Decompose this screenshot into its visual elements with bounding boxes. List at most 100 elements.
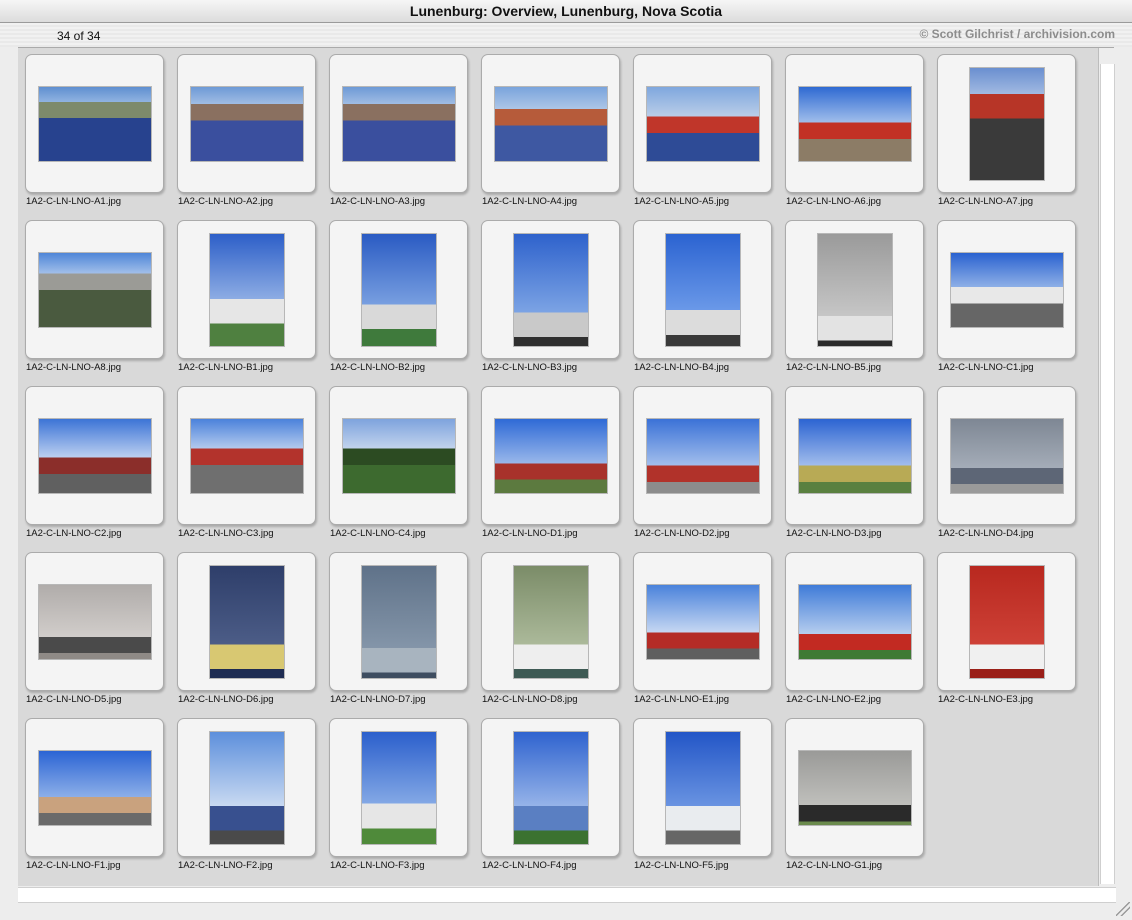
slide-mount[interactable] (329, 220, 468, 359)
slide-mount[interactable] (25, 386, 164, 525)
slide-mount[interactable] (177, 220, 316, 359)
slide-mount[interactable] (785, 386, 924, 525)
photo-thumbnail[interactable] (666, 234, 740, 346)
photo-thumbnail[interactable] (210, 732, 284, 844)
slide-mount[interactable] (177, 54, 316, 193)
slide-item[interactable]: 1A2-C-LN-LNO-G1.jpg (785, 718, 924, 884)
photo-thumbnail[interactable] (514, 234, 588, 346)
slide-mount[interactable] (481, 386, 620, 525)
photo-thumbnail[interactable] (495, 87, 607, 161)
slide-item[interactable]: 1A2-C-LN-LNO-C1.jpg (937, 220, 1076, 386)
photo-thumbnail[interactable] (191, 419, 303, 493)
slide-mount[interactable] (481, 552, 620, 691)
slide-item[interactable]: 1A2-C-LN-LNO-E3.jpg (937, 552, 1076, 718)
resize-handle-icon[interactable] (1116, 902, 1130, 916)
slide-item[interactable]: 1A2-C-LN-LNO-A7.jpg (937, 54, 1076, 220)
slide-mount[interactable] (177, 718, 316, 857)
slide-mount[interactable] (785, 54, 924, 193)
photo-thumbnail[interactable] (647, 585, 759, 659)
slide-mount[interactable] (25, 718, 164, 857)
photo-thumbnail[interactable] (362, 732, 436, 844)
photo-thumbnail[interactable] (951, 253, 1063, 327)
photo-thumbnail[interactable] (210, 566, 284, 678)
slide-item[interactable]: 1A2-C-LN-LNO-A8.jpg (25, 220, 164, 386)
photo-thumbnail[interactable] (343, 419, 455, 493)
vertical-scrollbar[interactable] (1100, 64, 1115, 884)
slide-item[interactable]: 1A2-C-LN-LNO-E2.jpg (785, 552, 924, 718)
photo-thumbnail[interactable] (191, 87, 303, 161)
slide-item[interactable]: 1A2-C-LN-LNO-D5.jpg (25, 552, 164, 718)
slide-item[interactable]: 1A2-C-LN-LNO-F5.jpg (633, 718, 772, 884)
slide-mount[interactable] (785, 552, 924, 691)
slide-item[interactable]: 1A2-C-LN-LNO-C3.jpg (177, 386, 316, 552)
slide-item[interactable]: 1A2-C-LN-LNO-D8.jpg (481, 552, 620, 718)
slide-item[interactable]: 1A2-C-LN-LNO-D6.jpg (177, 552, 316, 718)
slide-item[interactable]: 1A2-C-LN-LNO-D4.jpg (937, 386, 1076, 552)
photo-thumbnail[interactable] (39, 585, 151, 659)
slide-mount[interactable] (937, 54, 1076, 193)
slide-mount[interactable] (785, 220, 924, 359)
slide-item[interactable]: 1A2-C-LN-LNO-A6.jpg (785, 54, 924, 220)
slide-mount[interactable] (633, 552, 772, 691)
slide-item[interactable]: 1A2-C-LN-LNO-C2.jpg (25, 386, 164, 552)
slide-item[interactable]: 1A2-C-LN-LNO-B2.jpg (329, 220, 468, 386)
photo-thumbnail[interactable] (343, 87, 455, 161)
slide-mount[interactable] (785, 718, 924, 857)
slide-item[interactable]: 1A2-C-LN-LNO-D2.jpg (633, 386, 772, 552)
photo-thumbnail[interactable] (514, 732, 588, 844)
photo-thumbnail[interactable] (647, 87, 759, 161)
photo-thumbnail[interactable] (970, 566, 1044, 678)
photo-thumbnail[interactable] (818, 234, 892, 346)
photo-thumbnail[interactable] (799, 585, 911, 659)
slide-item[interactable]: 1A2-C-LN-LNO-F3.jpg (329, 718, 468, 884)
slide-item[interactable]: 1A2-C-LN-LNO-B3.jpg (481, 220, 620, 386)
photo-thumbnail[interactable] (39, 419, 151, 493)
slide-item[interactable]: 1A2-C-LN-LNO-A1.jpg (25, 54, 164, 220)
photo-thumbnail[interactable] (799, 751, 911, 825)
slide-item[interactable]: 1A2-C-LN-LNO-F2.jpg (177, 718, 316, 884)
slide-item[interactable]: 1A2-C-LN-LNO-D7.jpg (329, 552, 468, 718)
slide-mount[interactable] (177, 386, 316, 525)
slide-item[interactable]: 1A2-C-LN-LNO-A5.jpg (633, 54, 772, 220)
slide-mount[interactable] (25, 220, 164, 359)
slide-mount[interactable] (937, 220, 1076, 359)
photo-thumbnail[interactable] (39, 751, 151, 825)
slide-item[interactable]: 1A2-C-LN-LNO-A2.jpg (177, 54, 316, 220)
slide-item[interactable]: 1A2-C-LN-LNO-F1.jpg (25, 718, 164, 884)
slide-mount[interactable] (937, 552, 1076, 691)
slide-item[interactable]: 1A2-C-LN-LNO-E1.jpg (633, 552, 772, 718)
slide-item[interactable]: 1A2-C-LN-LNO-B1.jpg (177, 220, 316, 386)
slide-item[interactable]: 1A2-C-LN-LNO-D1.jpg (481, 386, 620, 552)
slide-mount[interactable] (633, 386, 772, 525)
slide-mount[interactable] (25, 54, 164, 193)
horizontal-scrollbar[interactable] (18, 887, 1116, 903)
slide-item[interactable]: 1A2-C-LN-LNO-B5.jpg (785, 220, 924, 386)
slide-mount[interactable] (329, 54, 468, 193)
slide-item[interactable]: 1A2-C-LN-LNO-F4.jpg (481, 718, 620, 884)
photo-thumbnail[interactable] (39, 253, 151, 327)
slide-mount[interactable] (633, 718, 772, 857)
photo-thumbnail[interactable] (951, 419, 1063, 493)
slide-mount[interactable] (937, 386, 1076, 525)
photo-thumbnail[interactable] (666, 732, 740, 844)
slide-mount[interactable] (25, 552, 164, 691)
slide-mount[interactable] (177, 552, 316, 691)
photo-thumbnail[interactable] (514, 566, 588, 678)
slide-mount[interactable] (329, 552, 468, 691)
slide-mount[interactable] (329, 718, 468, 857)
photo-thumbnail[interactable] (799, 87, 911, 161)
slide-mount[interactable] (329, 386, 468, 525)
slide-item[interactable]: 1A2-C-LN-LNO-D3.jpg (785, 386, 924, 552)
photo-thumbnail[interactable] (799, 419, 911, 493)
slide-item[interactable]: 1A2-C-LN-LNO-A3.jpg (329, 54, 468, 220)
photo-thumbnail[interactable] (970, 68, 1044, 180)
photo-thumbnail[interactable] (362, 566, 436, 678)
photo-thumbnail[interactable] (362, 234, 436, 346)
slide-mount[interactable] (633, 54, 772, 193)
photo-thumbnail[interactable] (495, 419, 607, 493)
photo-thumbnail[interactable] (39, 87, 151, 161)
slide-item[interactable]: 1A2-C-LN-LNO-A4.jpg (481, 54, 620, 220)
slide-item[interactable]: 1A2-C-LN-LNO-C4.jpg (329, 386, 468, 552)
slide-mount[interactable] (481, 220, 620, 359)
slide-mount[interactable] (481, 54, 620, 193)
